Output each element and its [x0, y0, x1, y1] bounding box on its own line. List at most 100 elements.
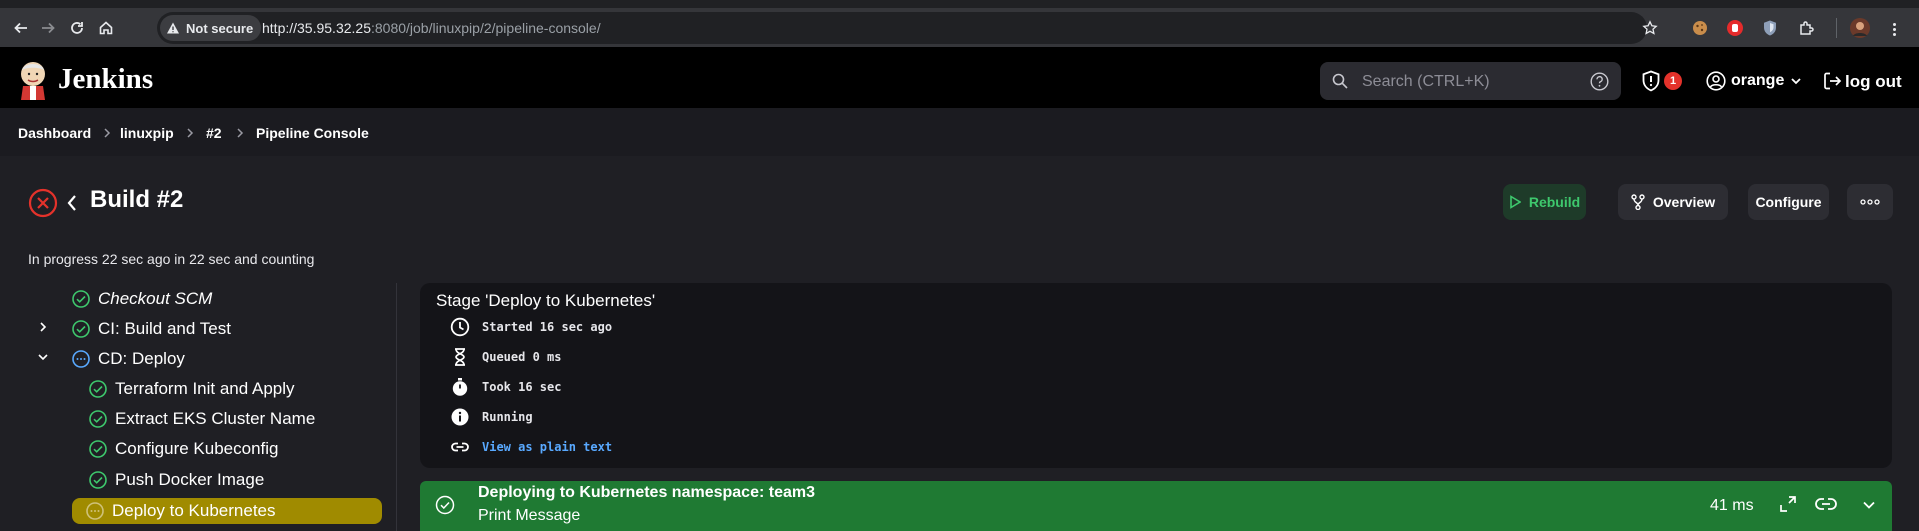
logout-icon[interactable] — [1822, 71, 1842, 91]
clock-icon — [450, 317, 470, 337]
stage-title: Stage 'Deploy to Kubernetes' — [436, 291, 656, 310]
chevron-down-icon[interactable] — [1862, 500, 1876, 510]
stage-started: Started 16 sec ago — [482, 320, 613, 334]
user-menu[interactable]: orange — [1731, 72, 1784, 90]
success-check-icon — [89, 380, 107, 398]
jenkins-logo-icon[interactable] — [17, 60, 49, 100]
success-check-icon — [89, 471, 107, 489]
breadcrumb-chevron-icon — [186, 127, 194, 139]
cookie-extension-icon[interactable] — [1690, 18, 1710, 38]
view-plain-text-link[interactable]: View as plain text — [482, 440, 612, 454]
logout-link[interactable]: log out — [1845, 72, 1902, 92]
success-check-icon — [89, 440, 107, 458]
overview-label: Overview — [1652, 194, 1716, 210]
overview-button[interactable]: Overview — [1618, 184, 1728, 220]
hourglass-icon — [450, 347, 470, 367]
tree-node-label: Checkout SCM — [98, 289, 213, 308]
stage-state-row: Running — [450, 405, 533, 429]
jenkins-header — [0, 47, 1919, 108]
help-icon[interactable] — [1590, 72, 1609, 91]
reload-icon[interactable] — [66, 17, 88, 39]
breadcrumb-chevron-icon — [103, 127, 111, 139]
collapse-chevron-icon[interactable] — [37, 352, 49, 362]
tab-strip — [0, 0, 1919, 8]
more-dots-icon — [1860, 199, 1880, 205]
success-check-icon — [435, 495, 455, 515]
stopwatch-icon — [450, 377, 470, 397]
success-check-icon — [72, 320, 90, 338]
tree-node-label: Configure Kubeconfig — [115, 439, 279, 458]
home-icon[interactable] — [95, 17, 117, 39]
jenkins-brand[interactable]: Jenkins — [58, 63, 153, 96]
running-icon — [72, 350, 90, 368]
stage-took-row: Took 16 sec — [450, 375, 561, 399]
info-icon — [450, 407, 470, 427]
user-icon[interactable] — [1706, 71, 1726, 91]
toolbar-divider — [1836, 18, 1837, 38]
rebuild-label: Rebuild — [1528, 194, 1581, 210]
plain-text-row: View as plain text — [450, 435, 612, 459]
bookmark-star-icon[interactable] — [1640, 18, 1660, 38]
tree-node-label: Extract EKS Cluster Name — [115, 409, 316, 428]
profile-avatar[interactable] — [1850, 18, 1870, 38]
rebuild-button[interactable]: Rebuild — [1503, 184, 1586, 220]
expand-icon[interactable] — [1779, 495, 1797, 513]
shield-extension-icon[interactable] — [1760, 18, 1780, 38]
stage-took: Took 16 sec — [482, 380, 562, 394]
security-chip[interactable]: Not secure — [160, 15, 262, 41]
security-shield-icon[interactable] — [1641, 70, 1661, 92]
search-icon — [1332, 73, 1348, 89]
search-placeholder: Search (CTRL+K) — [1362, 73, 1490, 90]
warning-triangle-icon — [166, 21, 180, 35]
tree-node-label: Push Docker Image — [115, 470, 265, 489]
tree-node-checkout-scm[interactable]: Checkout SCM — [72, 286, 212, 312]
back-chevron-icon[interactable] — [66, 193, 78, 213]
url-text[interactable]: http://35.95.32.25:8080/job/linuxpip/2/p… — [262, 20, 601, 36]
success-check-icon — [72, 290, 90, 308]
play-icon — [1509, 195, 1521, 209]
security-count-badge: 1 — [1664, 72, 1682, 90]
tree-node-push-docker[interactable]: Push Docker Image — [89, 467, 264, 493]
url-path: :8080/job/linuxpip/2/pipeline-console/ — [370, 20, 601, 36]
success-check-icon — [89, 410, 107, 428]
tree-node-extract-eks[interactable]: Extract EKS Cluster Name — [89, 406, 315, 432]
breadcrumb-chevron-icon — [236, 127, 244, 139]
configure-label: Configure — [1755, 194, 1822, 210]
breadcrumb-current[interactable]: Pipeline Console — [256, 125, 369, 141]
expand-chevron-icon[interactable] — [38, 321, 48, 333]
back-icon[interactable] — [10, 17, 32, 39]
branch-icon — [1631, 194, 1645, 210]
stage-queued-row: Queued 0 ms — [450, 345, 561, 369]
tree-node-configure-kubeconfig[interactable]: Configure Kubeconfig — [89, 436, 279, 462]
tree-node-label: Terraform Init and Apply — [115, 379, 295, 398]
breadcrumb-dashboard[interactable]: Dashboard — [18, 125, 91, 141]
security-label: Not secure — [186, 20, 254, 36]
url-host: http://35.95.32.25 — [262, 20, 371, 36]
page-title: Build #2 — [90, 186, 184, 213]
browser-menu-icon[interactable] — [1893, 28, 1896, 31]
tree-node-label: CI: Build and Test — [98, 319, 231, 338]
hand-extension-icon[interactable] — [1725, 18, 1745, 38]
tree-node-deploy-kubernetes[interactable]: Deploy to Kubernetes — [72, 498, 382, 524]
tree-node-label: Deploy to Kubernetes — [112, 501, 276, 520]
breadcrumb-build[interactable]: #2 — [206, 125, 222, 141]
breadcrumb-job[interactable]: linuxpip — [120, 125, 174, 141]
stage-queued: Queued 0 ms — [482, 350, 562, 364]
step-title: Deploying to Kubernetes namespace: team3 — [478, 484, 815, 501]
tree-node-cd-deploy[interactable]: CD: Deploy — [72, 346, 185, 372]
panel-divider — [396, 283, 397, 531]
tree-node-ci-build-test[interactable]: CI: Build and Test — [72, 316, 231, 342]
build-failed-icon — [28, 188, 58, 218]
running-icon — [86, 502, 104, 520]
step-duration: 41 ms — [1710, 497, 1754, 514]
configure-button[interactable]: Configure — [1748, 184, 1829, 220]
extensions-puzzle-icon[interactable] — [1797, 18, 1817, 38]
tree-node-terraform[interactable]: Terraform Init and Apply — [89, 376, 295, 402]
chevron-down-icon[interactable] — [1790, 76, 1802, 86]
forward-icon[interactable] — [37, 17, 59, 39]
link-icon — [450, 437, 470, 457]
step-link-icon[interactable] — [1815, 496, 1837, 512]
stage-started-row: Started 16 sec ago — [450, 315, 612, 339]
more-actions-button[interactable] — [1847, 184, 1893, 220]
step-subtitle: Print Message — [478, 507, 581, 524]
